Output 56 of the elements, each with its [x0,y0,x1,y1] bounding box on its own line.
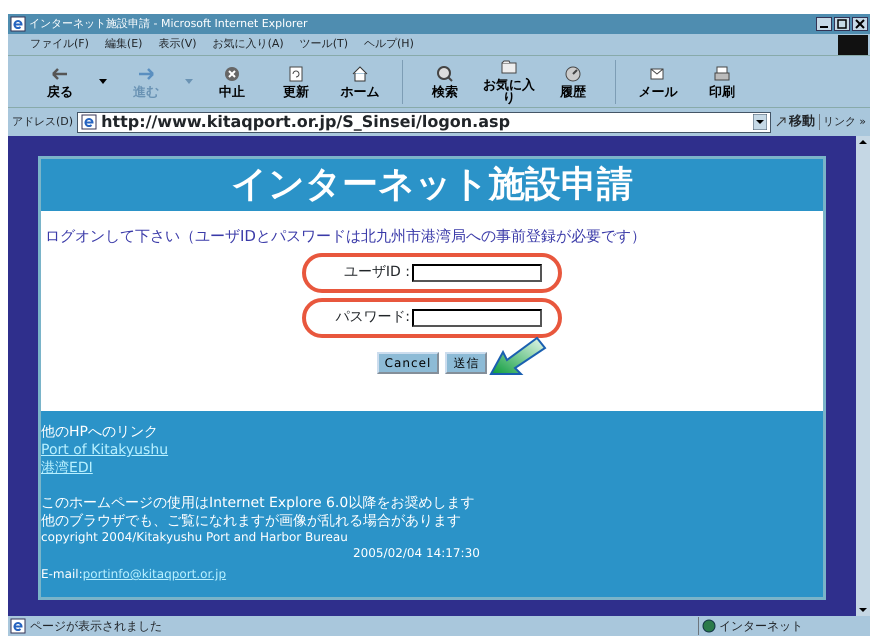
scrollbar[interactable] [856,136,870,616]
printer-icon [713,64,731,82]
close-button[interactable] [852,17,868,31]
folder-icon [500,58,518,76]
go-button[interactable]: 移動 [774,112,815,132]
notice-text: 他のブラウザでも、ご覧になれますが画像が乱れる場合があります [41,512,462,530]
page-heading: インターネット施設申請 [230,163,634,207]
toolbar-button[interactable]: 検索 [413,64,477,98]
status-text: ページが表示されました [30,618,163,635]
copyright-text: copyright 2004/Kitakyushu Port and Harbor Bureau [41,530,349,546]
input-field[interactable] [412,308,542,326]
globe-icon [702,619,716,633]
maximize-button[interactable] [834,17,850,31]
email-label: E-mail: [41,567,83,583]
toolbar-button[interactable]: お気に入り [477,58,541,105]
toolbar-button[interactable]: 戻る [28,64,92,98]
refresh-icon [287,64,305,82]
toolbar-button[interactable]: ホーム [328,64,392,98]
home-icon [351,64,369,82]
timestamp: 2005/02/04 14:17:30 [352,546,481,562]
close-icon [853,18,867,30]
input-field[interactable] [412,264,542,282]
search-icon [436,64,454,82]
minimize-icon [820,26,828,28]
address-field[interactable]: http://www.kitaqport.or.jp/S_Sinsei/logon.asp [77,112,771,132]
links-button[interactable]: リンク » [818,114,866,130]
page-icon [10,618,26,634]
instruction-text: ログオンして下さい（ユーザIDとパスワードは北九州市港湾局への事前登録が必要です） [44,226,646,247]
notice-text: このホームページの使用はInternet Explore 6.0以降をお奨めします [41,494,476,512]
toolbar-button[interactable]: メール [626,64,690,98]
field-label: ユーザID : [344,263,410,282]
toolbar-button[interactable]: 履歴 [541,64,605,98]
clock-icon [564,64,582,82]
menu-item[interactable]: お気に入り(A) [204,36,292,53]
dropdown-arrow-icon[interactable] [752,114,767,130]
toolbar-button[interactable]: 中止 [200,64,264,98]
browser-icon [10,16,26,32]
toolbar-button[interactable]: 印刷 [690,64,754,98]
page-icon [81,114,98,130]
menu-item[interactable]: ファイル(F) [22,36,97,53]
minimize-button[interactable] [816,17,832,31]
zone-indicator: インターネット [698,617,868,635]
links-heading: 他のHPへのリンク [41,423,159,442]
toolbar-button[interactable]: 更新 [264,64,328,98]
stop-icon [223,64,241,82]
menu-item[interactable]: ツール(T) [292,36,356,53]
menu-item[interactable]: 表示(V) [150,36,205,53]
form-button[interactable]: 送信 [445,352,488,374]
field-label: パスワード: [335,308,410,327]
address-label: アドレス(D) [12,114,74,130]
menu-item[interactable]: 編集(E) [96,36,150,53]
go-arrow-icon [774,116,787,128]
window-title: インターネット施設申請 - Microsoft Internet Explorer [29,16,308,32]
form-button[interactable]: Cancel [376,352,440,374]
maximize-icon [835,18,849,30]
menu-item[interactable]: ヘルプ(H) [356,36,422,53]
